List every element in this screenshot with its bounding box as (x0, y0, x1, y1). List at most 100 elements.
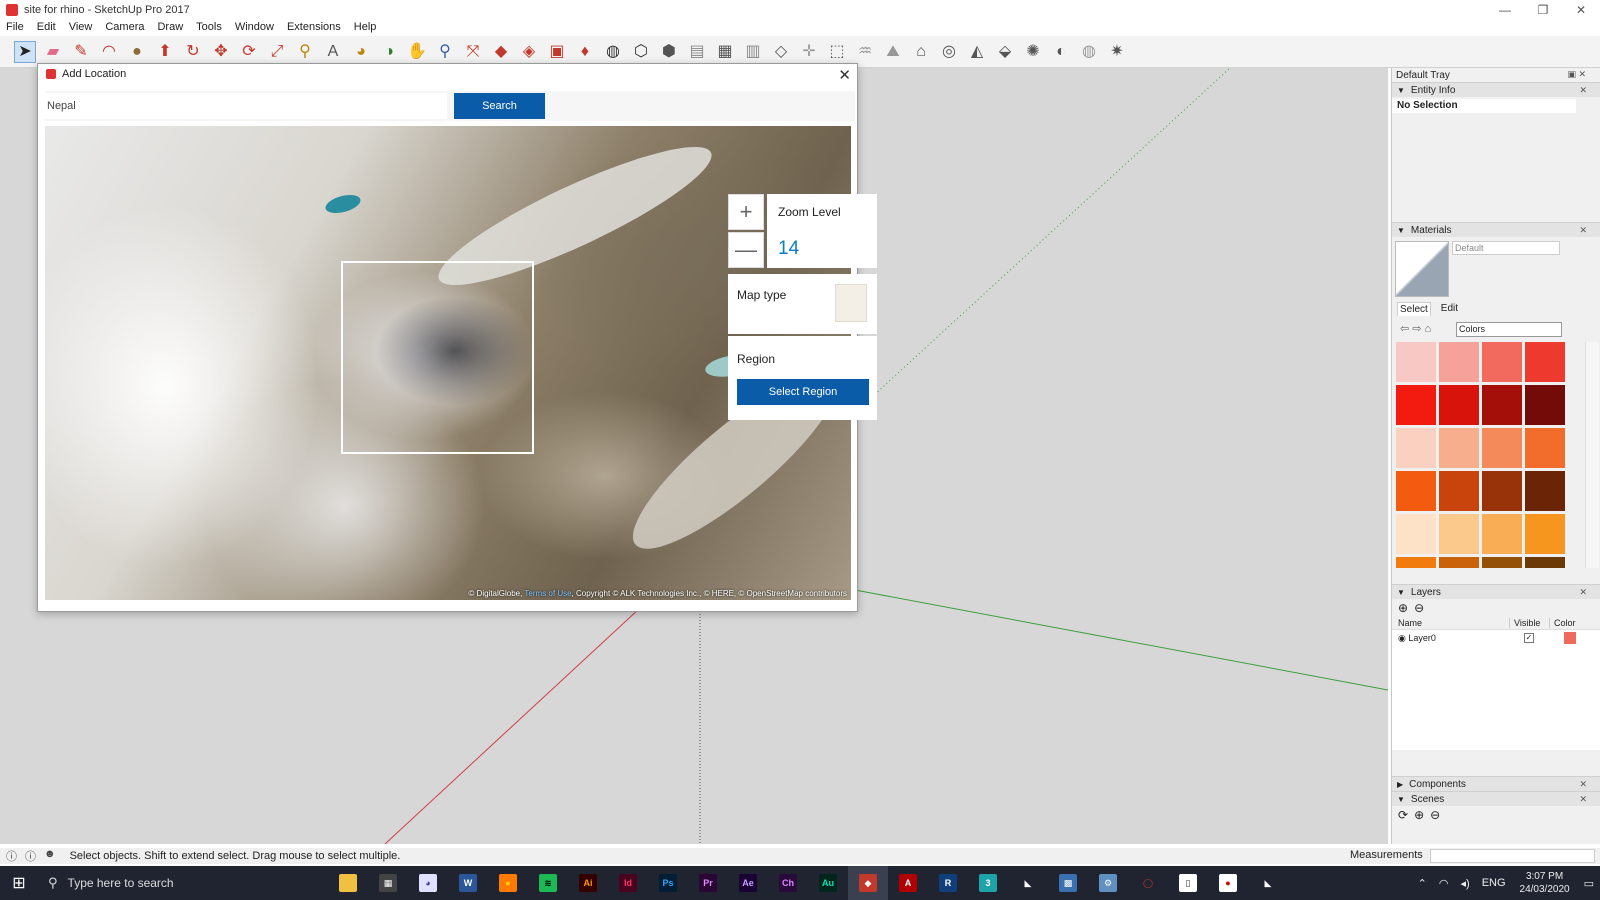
color-swatch[interactable] (1396, 471, 1436, 511)
circle-icon[interactable]: ● (126, 41, 148, 63)
textured-style-icon[interactable]: ▦ (714, 41, 736, 63)
menu-edit[interactable]: Edit (37, 21, 56, 33)
firefox-icon[interactable]: ● (488, 866, 528, 900)
clock[interactable]: 3:07 PM 24/03/2020 (1520, 870, 1570, 896)
panel-close-icon[interactable]: ✕ (1579, 85, 1587, 96)
photo-texture-icon[interactable]: ◭ (966, 41, 988, 63)
layers-header[interactable]: ▼ Layers ✕ (1392, 584, 1600, 599)
indesign-icon[interactable]: Id (608, 866, 648, 900)
rhino-icon[interactable]: ◣ (1008, 866, 1048, 900)
orbit-icon[interactable]: ◑ (378, 41, 400, 63)
col-visible[interactable]: Visible (1510, 618, 1550, 628)
autocad-icon[interactable]: A (888, 866, 928, 900)
app-icon-19[interactable]: ▩ (1048, 866, 1088, 900)
shaded-style-icon[interactable]: ▤ (686, 41, 708, 63)
location-search-input[interactable] (45, 93, 447, 119)
restore-button[interactable]: ❐ (1524, 0, 1562, 20)
paint-bucket-icon[interactable]: ◕ (350, 41, 372, 63)
menu-file[interactable]: File (6, 21, 24, 33)
drape-icon[interactable]: ⛰ (882, 41, 904, 63)
calculator-icon[interactable]: ▦ (368, 866, 408, 900)
tab-edit[interactable]: Edit (1439, 302, 1460, 316)
menu-window[interactable]: Window (235, 21, 274, 33)
notepad-icon[interactable]: ▯ (1168, 866, 1208, 900)
spotify-icon[interactable]: ≋ (528, 866, 568, 900)
monochrome-style-icon[interactable]: ▥ (742, 41, 764, 63)
follow-me-icon[interactable]: ↻ (182, 41, 204, 63)
add-layer-icon[interactable]: ⊕ (1398, 601, 1408, 615)
color-swatch[interactable] (1482, 514, 1522, 554)
panel-close-icon[interactable]: ✕ (1579, 225, 1587, 236)
word-icon[interactable]: W (448, 866, 488, 900)
warehouse-icon[interactable]: ◆ (490, 41, 512, 63)
3dsmax-icon[interactable]: 3 (968, 866, 1008, 900)
color-swatch[interactable] (1439, 428, 1479, 468)
layer-row[interactable]: ◉ Layer0 ✓ (1392, 630, 1600, 646)
hidden-line-style-icon[interactable]: ⬢ (658, 41, 680, 63)
swatches-scrollbar[interactable] (1585, 342, 1599, 568)
notifications-icon[interactable]: ▭ (1584, 877, 1594, 890)
map-type-thumbnail-icon[interactable] (835, 284, 867, 322)
paint3d-icon[interactable]: ◕ (408, 866, 448, 900)
menu-camera[interactable]: Camera (105, 21, 144, 33)
arc-icon[interactable]: ◠ (98, 41, 120, 63)
color-swatch[interactable] (1482, 471, 1522, 511)
menu-view[interactable]: View (69, 21, 93, 33)
panel-close-icon[interactable]: ✕ (1579, 587, 1587, 598)
add-location-icon[interactable]: ⌂ (910, 41, 932, 63)
tape-measure-icon[interactable]: ⚲ (294, 41, 316, 63)
iso-view-icon[interactable]: ⬚ (826, 41, 848, 63)
color-swatch[interactable] (1482, 557, 1522, 568)
zoom-in-button[interactable]: + (728, 194, 764, 230)
menu-help[interactable]: Help (354, 21, 377, 33)
color-swatch[interactable] (1525, 342, 1565, 382)
scale-icon[interactable]: ⤢ (266, 41, 288, 63)
color-swatch[interactable] (1482, 385, 1522, 425)
color-swatch[interactable] (1482, 342, 1522, 382)
illustrator-icon[interactable]: Ai (568, 866, 608, 900)
search-button[interactable]: Search (454, 93, 545, 119)
color-swatch[interactable] (1396, 385, 1436, 425)
map-type-panel[interactable]: Map type (728, 274, 877, 334)
color-swatch[interactable] (1525, 471, 1565, 511)
language-indicator[interactable]: ENG (1482, 877, 1506, 889)
windows-start-icon[interactable]: ⊞ (0, 866, 38, 900)
taskbar-search[interactable]: ⚲ Type here to search (38, 866, 328, 900)
menu-tools[interactable]: Tools (196, 21, 222, 33)
color-swatch[interactable] (1396, 342, 1436, 382)
color-swatch[interactable] (1439, 342, 1479, 382)
rhino6-icon[interactable]: ◣ (1248, 866, 1288, 900)
refresh-scene-icon[interactable]: ⟳ (1398, 808, 1408, 822)
color-swatch[interactable] (1525, 385, 1565, 425)
show-hidden-icons-icon[interactable]: ⌃ (1418, 877, 1427, 890)
color-swatch[interactable] (1439, 514, 1479, 554)
color-swatch[interactable] (1439, 557, 1479, 568)
panel-close-icon[interactable]: ✕ (1579, 794, 1587, 805)
app-icon-20[interactable]: ⚙ (1088, 866, 1128, 900)
character-animator-icon[interactable]: Ch (768, 866, 808, 900)
photoshop-icon[interactable]: Ps (648, 866, 688, 900)
dialog-close-icon[interactable]: ✕ (838, 66, 851, 84)
remove-layer-icon[interactable]: ⊖ (1414, 601, 1424, 615)
color-swatch[interactable] (1439, 471, 1479, 511)
components-header[interactable]: ▶ Components ✕ (1392, 776, 1600, 791)
audition-icon[interactable]: Au (808, 866, 848, 900)
color-swatch[interactable] (1396, 428, 1436, 468)
push-pull-icon[interactable]: ⬆ (154, 41, 176, 63)
zoom-out-button[interactable]: — (728, 232, 764, 268)
measurements-input[interactable] (1430, 849, 1595, 863)
add-scene-icon[interactable]: ⊕ (1414, 808, 1424, 822)
remove-scene-icon[interactable]: ⊖ (1430, 808, 1440, 822)
minimize-button[interactable]: — (1486, 0, 1524, 20)
color-swatch[interactable] (1396, 514, 1436, 554)
text-icon[interactable]: A (322, 41, 344, 63)
material-library-select[interactable]: Colors (1456, 322, 1562, 337)
wireframe-style-icon[interactable]: ⬡ (630, 41, 652, 63)
panel-close-icon[interactable]: ✕ (1579, 779, 1587, 790)
file-explorer-icon[interactable] (328, 866, 368, 900)
eraser-icon[interactable]: ▰ (42, 41, 64, 63)
premiere-icon[interactable]: Pr (688, 866, 728, 900)
zoom-icon[interactable]: ⚲ (434, 41, 456, 63)
axes-icon[interactable]: ✛ (798, 41, 820, 63)
col-name[interactable]: Name (1392, 618, 1510, 628)
